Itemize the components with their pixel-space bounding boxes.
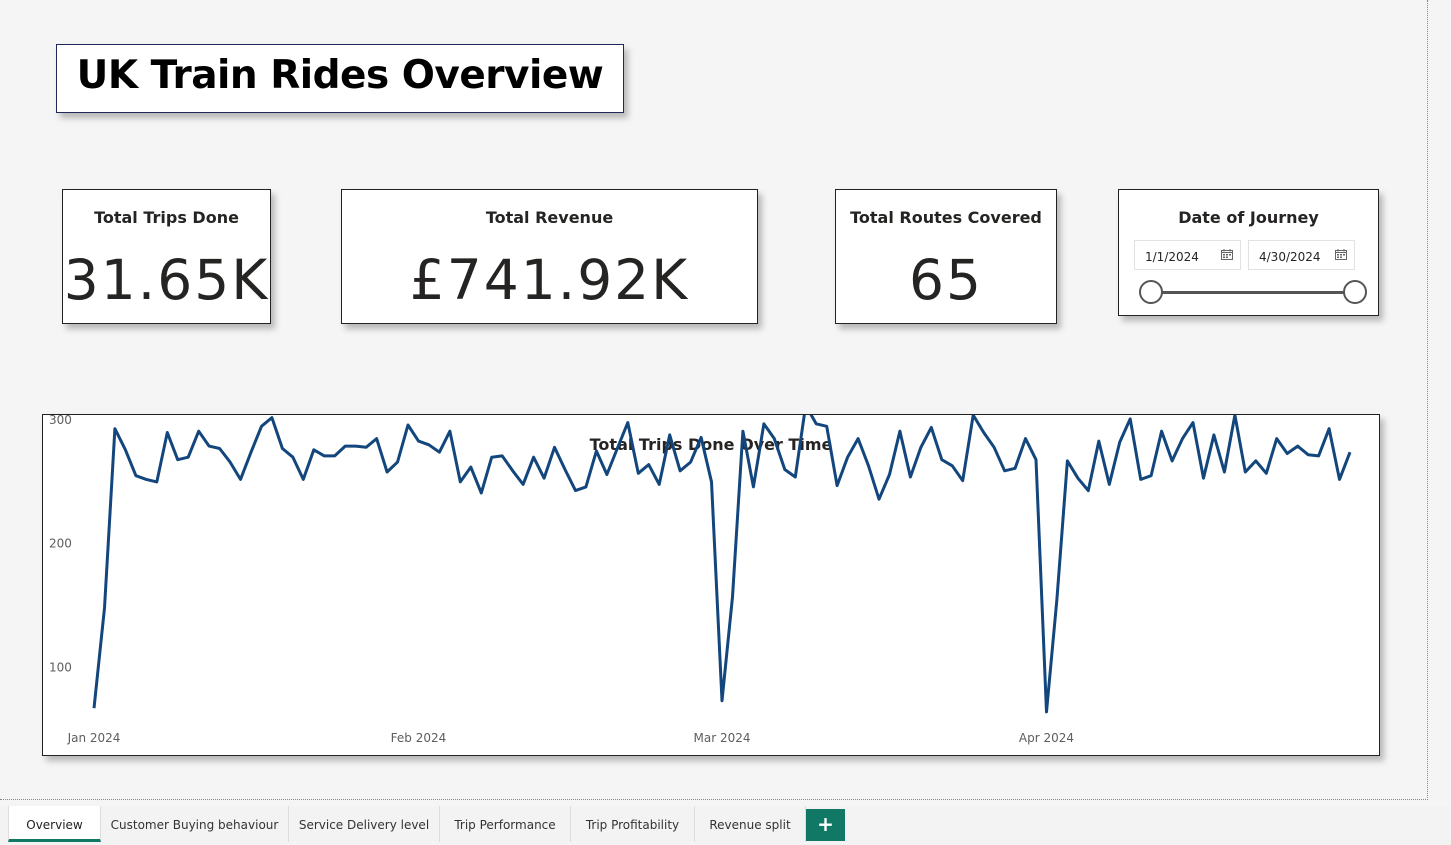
tab-service-delivery-level[interactable]: Service Delivery level — [289, 806, 440, 842]
kpi-card-total-trips[interactable]: Total Trips Done 31.65K — [62, 189, 271, 324]
slider-end-handle[interactable] — [1343, 280, 1367, 304]
kpi-card-total-routes[interactable]: Total Routes Covered 65 — [835, 189, 1057, 324]
y-tick-label: 300 — [49, 415, 72, 427]
kpi-label: Total Routes Covered — [850, 208, 1042, 227]
kpi-label: Total Trips Done — [94, 208, 239, 227]
tab-revenue-split[interactable]: Revenue split — [695, 806, 806, 842]
slider-start-handle[interactable] — [1139, 280, 1163, 304]
calendar-icon[interactable] — [1221, 249, 1233, 260]
tab-customer-buying-behaviour[interactable]: Customer Buying behaviour — [101, 806, 289, 842]
plus-icon: + — [817, 812, 834, 836]
calendar-icon[interactable] — [1335, 249, 1347, 260]
y-tick-label: 200 — [49, 537, 72, 551]
title-box: UK Train Rides Overview — [56, 44, 624, 113]
x-tick-label: Apr 2024 — [1019, 731, 1074, 745]
trips-over-time-chart[interactable]: Total Trips Done Over Time 100 200 300 Jan … — [42, 414, 1380, 756]
kpi-card-total-revenue[interactable]: Total Revenue £741.92K — [341, 189, 758, 324]
tab-label: Revenue split — [709, 818, 791, 832]
kpi-value: £741.92K — [409, 248, 690, 312]
add-page-button[interactable]: + — [806, 809, 845, 841]
slicer-label: Date of Journey — [1178, 208, 1319, 227]
tab-label: Overview — [26, 818, 83, 832]
tab-label: Service Delivery level — [298, 818, 430, 832]
x-tick-label: Feb 2024 — [391, 731, 447, 745]
start-date-value: 1/1/2024 — [1145, 250, 1199, 264]
y-tick-label: 100 — [49, 660, 72, 674]
tab-label: Trip Performance — [454, 818, 556, 832]
kpi-label: Total Revenue — [485, 208, 614, 227]
end-date-input[interactable]: 4/30/2024 — [1248, 240, 1355, 270]
kpi-value: 31.65K — [63, 248, 270, 312]
x-tick-label: Jan 2024 — [67, 731, 121, 745]
tab-label: Customer Buying behaviour — [110, 818, 279, 832]
series-line-total-trips[interactable] — [92, 415, 1352, 714]
tab-trip-profitability[interactable]: Trip Profitability — [571, 806, 695, 842]
end-date-value: 4/30/2024 — [1259, 250, 1321, 264]
page-tab-bar: Overview Customer Buying behaviour Servi… — [0, 806, 1451, 845]
tab-label: Trip Profitability — [585, 818, 680, 832]
kpi-value: 65 — [909, 248, 983, 312]
canvas-border — [1427, 0, 1428, 800]
tab-trip-performance[interactable]: Trip Performance — [440, 806, 571, 842]
date-slicer[interactable]: Date of Journey 1/1/2024 4/30/2024 — [1118, 189, 1379, 316]
x-tick-label: Mar 2024 — [694, 731, 751, 745]
page-title: UK Train Rides Overview — [76, 53, 604, 98]
report-canvas: UK Train Rides Overview Total Trips Done… — [0, 0, 1428, 800]
line-chart-plot[interactable]: 100 200 300 Jan 2024 Feb 2024 Mar 2024 Apr 202… — [43, 415, 1379, 755]
tab-overview[interactable]: Overview — [8, 806, 101, 842]
date-range-slider-track[interactable] — [1151, 291, 1355, 294]
canvas-border — [0, 799, 1428, 800]
start-date-input[interactable]: 1/1/2024 — [1134, 240, 1241, 270]
